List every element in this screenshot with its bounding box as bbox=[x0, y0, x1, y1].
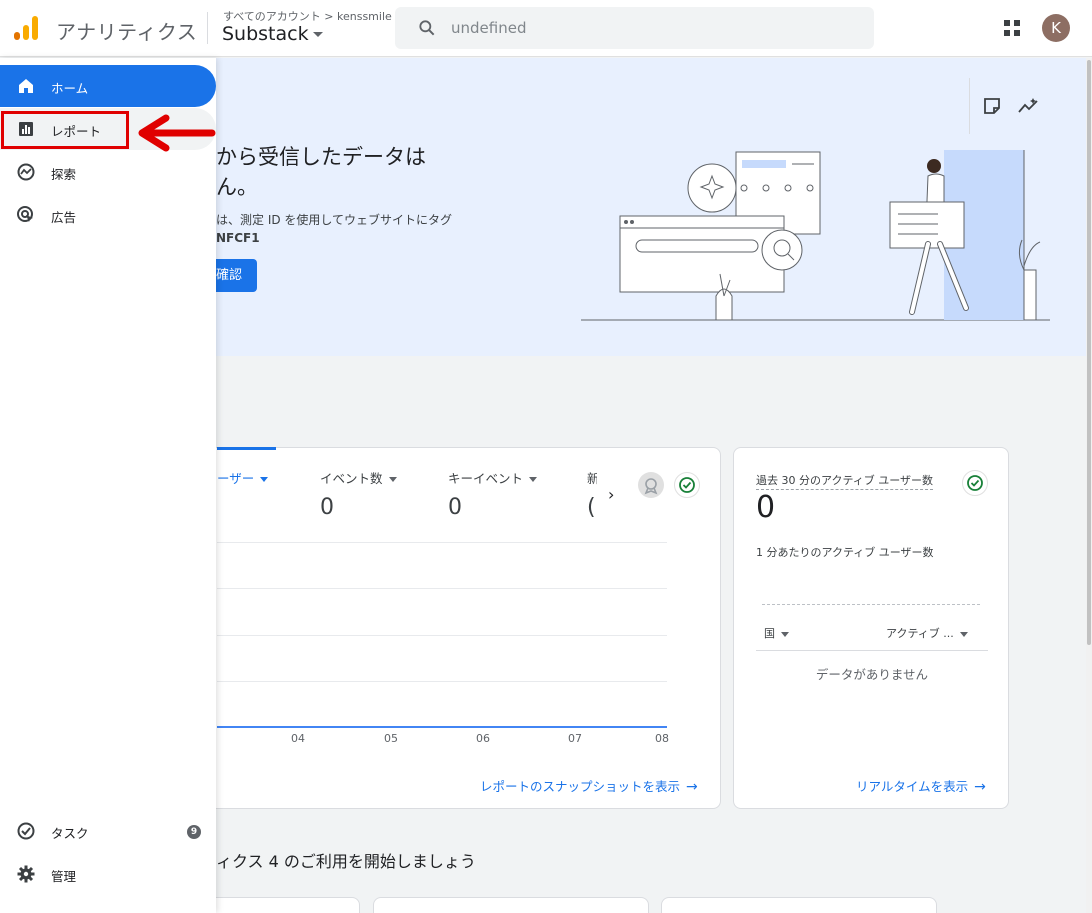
hero-confirm-button[interactable]: 確認 bbox=[216, 259, 257, 292]
measurement-id: NFCF1 bbox=[216, 231, 260, 245]
note-icon[interactable] bbox=[982, 96, 1002, 116]
x-tick: 06 bbox=[476, 732, 490, 745]
realtime-card: 過去 30 分のアクティブ ユーザー数 0 1 分あたりのアクティブ ユーザー数… bbox=[733, 447, 1009, 809]
home-icon bbox=[19, 79, 33, 93]
active-users-column-label: アクティブ ... bbox=[886, 627, 954, 640]
active-users-column-header[interactable]: アクティブ ... bbox=[886, 625, 968, 641]
property-selector[interactable]: Substack bbox=[222, 23, 323, 45]
chevron-down-icon bbox=[529, 477, 538, 482]
task-check-icon bbox=[17, 822, 35, 840]
x-tick: 04 bbox=[291, 732, 305, 745]
scrollbar-thumb[interactable] bbox=[1087, 60, 1091, 645]
x-tick: 08 bbox=[655, 732, 669, 745]
annotation-highlight-box bbox=[1, 111, 129, 149]
getting-started-card[interactable] bbox=[661, 897, 937, 913]
view-report-snapshot-label: レポートのスナップショットを表示 bbox=[480, 779, 681, 794]
sidebar-item-label: タスク bbox=[51, 826, 89, 841]
chevron-down-icon bbox=[312, 32, 323, 37]
ads-icon bbox=[17, 206, 33, 222]
metric-new-users[interactable]: 新 ( bbox=[587, 468, 597, 520]
metric-events[interactable]: イベント数 0 bbox=[320, 468, 397, 520]
check-circle-icon[interactable] bbox=[962, 470, 988, 496]
top-app-bar: アナリティクス すべてのアカウント > kenssmile Substack K bbox=[0, 0, 1092, 57]
chevron-down-icon bbox=[388, 477, 397, 482]
metric-key-events[interactable]: キーイベント 0 bbox=[448, 468, 538, 520]
divider bbox=[756, 650, 988, 651]
chart-gridline bbox=[217, 635, 667, 636]
insight-badge-icon[interactable] bbox=[638, 472, 664, 498]
sidebar-item-label: ホーム bbox=[51, 81, 89, 96]
sidebar-item-label: 管理 bbox=[51, 869, 77, 884]
country-column-header[interactable]: 国 bbox=[764, 625, 789, 641]
chevron-down-icon bbox=[260, 477, 269, 482]
hero-actions-divider bbox=[969, 78, 970, 134]
chevron-down-icon bbox=[959, 631, 968, 637]
realtime-sparkline-empty bbox=[762, 604, 980, 605]
view-realtime-label: リアルタイムを表示 bbox=[856, 779, 969, 794]
chevron-down-icon bbox=[781, 631, 789, 637]
realtime-value: 0 bbox=[756, 490, 776, 525]
country-column-label: 国 bbox=[764, 627, 775, 640]
sidebar-item-label: 探索 bbox=[51, 167, 77, 182]
search-input[interactable] bbox=[451, 7, 851, 49]
sidebar-item-admin[interactable]: 管理 bbox=[0, 853, 216, 895]
chart-gridline bbox=[217, 588, 667, 589]
search-box[interactable] bbox=[395, 7, 874, 49]
metric-key-events-value: 0 bbox=[448, 495, 462, 520]
chevron-right-icon[interactable]: › bbox=[608, 485, 614, 504]
analytics-logo-icon[interactable] bbox=[12, 14, 40, 42]
metric-users[interactable]: ーザー bbox=[217, 468, 269, 495]
gear-icon bbox=[17, 865, 35, 883]
arrow-right-icon: → bbox=[974, 779, 986, 795]
metric-users-label: ーザー bbox=[217, 471, 255, 486]
metric-key-events-label: キーイベント bbox=[448, 471, 524, 486]
metric-events-label: イベント数 bbox=[320, 471, 383, 486]
x-tick: 07 bbox=[568, 732, 582, 745]
hero-desc-line1: は、測定 ID を使用してウェブサイトにタグ bbox=[216, 213, 453, 227]
property-name: Substack bbox=[222, 23, 309, 45]
hero-title-line2: ん。 bbox=[216, 175, 258, 199]
breadcrumb[interactable]: すべてのアカウント > kenssmile bbox=[223, 8, 392, 24]
hero-description: は、測定 ID を使用してウェブサイトにタグ NFCF1 bbox=[216, 211, 456, 247]
active-tab-indicator bbox=[217, 447, 276, 450]
search-icon bbox=[419, 20, 435, 36]
sidebar-item-label: 広告 bbox=[51, 210, 77, 225]
sidebar-item-explore[interactable]: 探索 bbox=[0, 151, 216, 193]
metric-events-value: 0 bbox=[320, 495, 334, 520]
overview-card: ーザー イベント数 0 キーイベント 0 新 ( › 04 05 06 07 0… bbox=[170, 447, 721, 809]
hero-title: から受信したデータは ん。 bbox=[216, 142, 456, 202]
realtime-subtitle: 1 分あたりのアクティブ ユーザー数 bbox=[756, 546, 934, 559]
app-title: アナリティクス bbox=[56, 20, 198, 44]
task-count-badge: 9 bbox=[187, 825, 201, 839]
explore-icon bbox=[17, 163, 35, 181]
getting-started-card[interactable] bbox=[373, 897, 649, 913]
view-realtime-link[interactable]: リアルタイムを表示 → bbox=[856, 776, 986, 795]
getting-started-card[interactable] bbox=[200, 897, 360, 913]
metric-new-label: 新 bbox=[587, 471, 597, 486]
realtime-title: 過去 30 分のアクティブ ユーザー数 bbox=[756, 472, 934, 490]
metric-new-value: ( bbox=[587, 495, 596, 520]
apps-grid-icon[interactable] bbox=[1003, 19, 1021, 37]
check-circle-icon[interactable] bbox=[674, 472, 700, 498]
arrow-right-icon: → bbox=[686, 779, 698, 795]
chart-gridline bbox=[217, 542, 667, 543]
annotation-arrow-icon bbox=[138, 114, 216, 152]
x-tick: 05 bbox=[384, 732, 398, 745]
avatar[interactable]: K bbox=[1042, 14, 1070, 42]
getting-started-title: ィクス 4 のご利用を開始しましょう bbox=[216, 852, 476, 871]
insights-icon[interactable] bbox=[1017, 96, 1039, 116]
sidebar-item-home[interactable]: ホーム bbox=[0, 65, 216, 107]
chart-series-line bbox=[217, 726, 667, 728]
sidebar-item-tasks[interactable]: タスク bbox=[0, 810, 216, 852]
hero-title-line1: から受信したデータは bbox=[216, 145, 426, 169]
no-data-message: データがありません bbox=[815, 667, 929, 682]
left-nav-drawer: ホーム レポート 探索 広告 タスク 管理 bbox=[0, 58, 216, 913]
hero-illustration bbox=[581, 150, 1050, 321]
divider bbox=[207, 12, 208, 44]
sidebar-item-advertising[interactable]: 広告 bbox=[0, 194, 216, 236]
view-report-snapshot-link[interactable]: レポートのスナップショットを表示 → bbox=[480, 776, 698, 795]
chart-gridline bbox=[217, 681, 667, 682]
